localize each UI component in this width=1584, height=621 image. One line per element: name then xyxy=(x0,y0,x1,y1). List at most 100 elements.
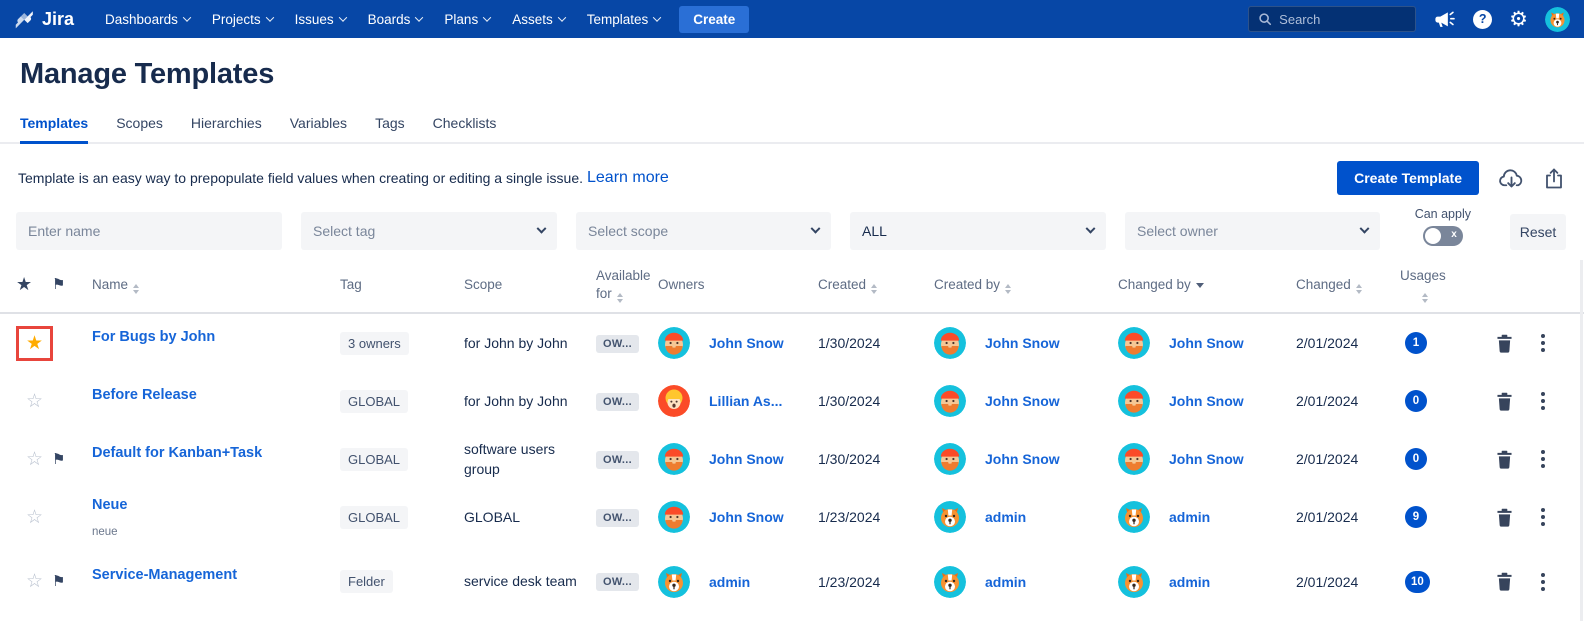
delete-icon[interactable] xyxy=(1496,450,1513,469)
name-filter-input[interactable] xyxy=(28,223,270,239)
owner-link[interactable]: John Snow xyxy=(709,451,784,467)
nav-item-plans[interactable]: Plans xyxy=(433,0,501,38)
changed-by-avatar xyxy=(1118,327,1150,359)
more-actions-icon[interactable] xyxy=(1539,506,1547,528)
star-toggle[interactable]: ☆ xyxy=(26,508,43,527)
flag-indicator: ⚑ xyxy=(52,573,65,590)
created-by-link[interactable]: John Snow xyxy=(985,451,1060,467)
import-cloud-icon[interactable] xyxy=(1498,166,1525,191)
owner-link[interactable]: admin xyxy=(709,574,750,590)
delete-icon[interactable] xyxy=(1496,508,1513,527)
reset-filters-button[interactable]: Reset xyxy=(1510,214,1566,250)
header-changed[interactable]: Changed xyxy=(1296,276,1400,294)
tab-scopes[interactable]: Scopes xyxy=(116,115,163,142)
template-name-link[interactable]: Service-Management xyxy=(92,567,340,583)
header-name[interactable]: Name xyxy=(92,276,340,294)
created-date: 1/23/2024 xyxy=(818,574,934,590)
jira-logo[interactable]: Jira xyxy=(14,9,74,30)
tab-hierarchies[interactable]: Hierarchies xyxy=(191,115,262,142)
project-filter-select[interactable]: ALL xyxy=(850,212,1106,250)
scrollbar-track[interactable] xyxy=(1580,260,1583,621)
learn-more-link[interactable]: Learn more xyxy=(587,169,669,187)
delete-icon[interactable] xyxy=(1496,572,1513,591)
header-owners: Owners xyxy=(658,276,818,294)
tab-checklists[interactable]: Checklists xyxy=(433,115,497,142)
header-created-by[interactable]: Created by xyxy=(934,276,1118,294)
nav-create-button[interactable]: Create xyxy=(679,6,749,33)
changed-by-link[interactable]: John Snow xyxy=(1169,335,1244,351)
available-for-lozenge[interactable]: OW... xyxy=(596,509,639,527)
can-apply-toggle[interactable]: x xyxy=(1423,226,1463,246)
header-changed-by[interactable]: Changed by xyxy=(1118,276,1296,294)
available-for-lozenge[interactable]: OW... xyxy=(596,393,639,411)
tab-variables[interactable]: Variables xyxy=(290,115,347,142)
nav-item-dashboards[interactable]: Dashboards xyxy=(94,0,201,38)
more-actions-icon[interactable] xyxy=(1539,332,1547,354)
nav-item-issues[interactable]: Issues xyxy=(284,0,357,38)
changed-by-link[interactable]: John Snow xyxy=(1169,393,1244,409)
created-by-link[interactable]: John Snow xyxy=(985,335,1060,351)
star-toggle[interactable]: ☆ xyxy=(26,392,43,411)
created-by-avatar xyxy=(934,566,966,598)
owner-link[interactable]: Lillian As... xyxy=(709,393,782,409)
star-toggle[interactable]: ★ xyxy=(26,334,43,353)
star-header-icon[interactable]: ★ xyxy=(16,274,32,294)
created-date: 1/30/2024 xyxy=(818,393,934,409)
announcements-icon[interactable] xyxy=(1433,8,1456,31)
created-by-link[interactable]: admin xyxy=(985,574,1026,590)
flag-header-icon[interactable]: ⚑ xyxy=(52,276,65,293)
changed-by-link[interactable]: John Snow xyxy=(1169,451,1244,467)
available-for-lozenge[interactable]: OW... xyxy=(596,573,639,591)
global-search[interactable] xyxy=(1248,6,1416,32)
owner-link[interactable]: John Snow xyxy=(709,335,784,351)
nav-item-boards[interactable]: Boards xyxy=(357,0,434,38)
star-box: ☆ xyxy=(16,500,53,535)
table-row: ☆ ⚑ Service-Management Felder service de… xyxy=(0,546,1584,617)
available-for-lozenge[interactable]: OW... xyxy=(596,451,639,469)
header-available-for[interactable]: Available for xyxy=(596,267,658,303)
more-actions-icon[interactable] xyxy=(1539,571,1547,593)
star-toggle[interactable]: ☆ xyxy=(26,450,43,469)
main-menu: DashboardsProjectsIssuesBoardsPlansAsset… xyxy=(94,0,671,38)
gear-icon[interactable]: ⚙ xyxy=(1509,9,1528,30)
owner-link[interactable]: John Snow xyxy=(709,509,784,525)
scope-filter-select[interactable]: Select scope xyxy=(576,212,831,250)
delete-icon[interactable] xyxy=(1496,392,1513,411)
scope-text: service desk team xyxy=(464,571,596,591)
header-created[interactable]: Created xyxy=(818,276,934,294)
search-input[interactable] xyxy=(1279,12,1406,27)
template-name-link[interactable]: Default for Kanban+Task xyxy=(92,445,340,461)
template-name-link[interactable]: Before Release xyxy=(92,387,340,403)
star-toggle[interactable]: ☆ xyxy=(26,572,43,591)
star-box: ☆ xyxy=(16,564,53,599)
tag-filter-select[interactable]: Select tag xyxy=(301,212,557,250)
available-for-lozenge[interactable]: OW... xyxy=(596,335,639,353)
nav-item-templates[interactable]: Templates xyxy=(576,0,672,38)
chevron-down-icon xyxy=(1360,223,1370,233)
tab-templates[interactable]: Templates xyxy=(20,115,88,144)
nav-item-assets[interactable]: Assets xyxy=(501,0,576,38)
template-name-link[interactable]: For Bugs by John xyxy=(92,329,340,345)
created-by-link[interactable]: admin xyxy=(985,509,1026,525)
template-name-link[interactable]: Neue xyxy=(92,497,340,513)
export-icon[interactable] xyxy=(1544,166,1564,191)
create-template-button[interactable]: Create Template xyxy=(1337,161,1479,195)
scope-text: software users group xyxy=(464,439,596,480)
owner-filter-select[interactable]: Select owner xyxy=(1125,212,1380,250)
header-usages[interactable]: Usages xyxy=(1400,267,1464,303)
top-navbar: Jira DashboardsProjectsIssuesBoardsPlans… xyxy=(0,0,1584,38)
changed-by-link[interactable]: admin xyxy=(1169,509,1210,525)
more-actions-icon[interactable] xyxy=(1539,390,1547,412)
user-avatar[interactable] xyxy=(1545,7,1570,32)
nav-item-projects[interactable]: Projects xyxy=(201,0,284,38)
delete-icon[interactable] xyxy=(1496,334,1513,353)
name-filter[interactable] xyxy=(16,212,282,250)
tab-tags[interactable]: Tags xyxy=(375,115,405,142)
help-icon[interactable]: ? xyxy=(1473,10,1492,29)
chevron-down-icon xyxy=(537,223,547,233)
changed-by-link[interactable]: admin xyxy=(1169,574,1210,590)
more-actions-icon[interactable] xyxy=(1539,448,1547,470)
can-apply-filter: Can apply x xyxy=(1415,207,1471,250)
chevron-down-icon xyxy=(653,13,661,21)
created-by-link[interactable]: John Snow xyxy=(985,393,1060,409)
